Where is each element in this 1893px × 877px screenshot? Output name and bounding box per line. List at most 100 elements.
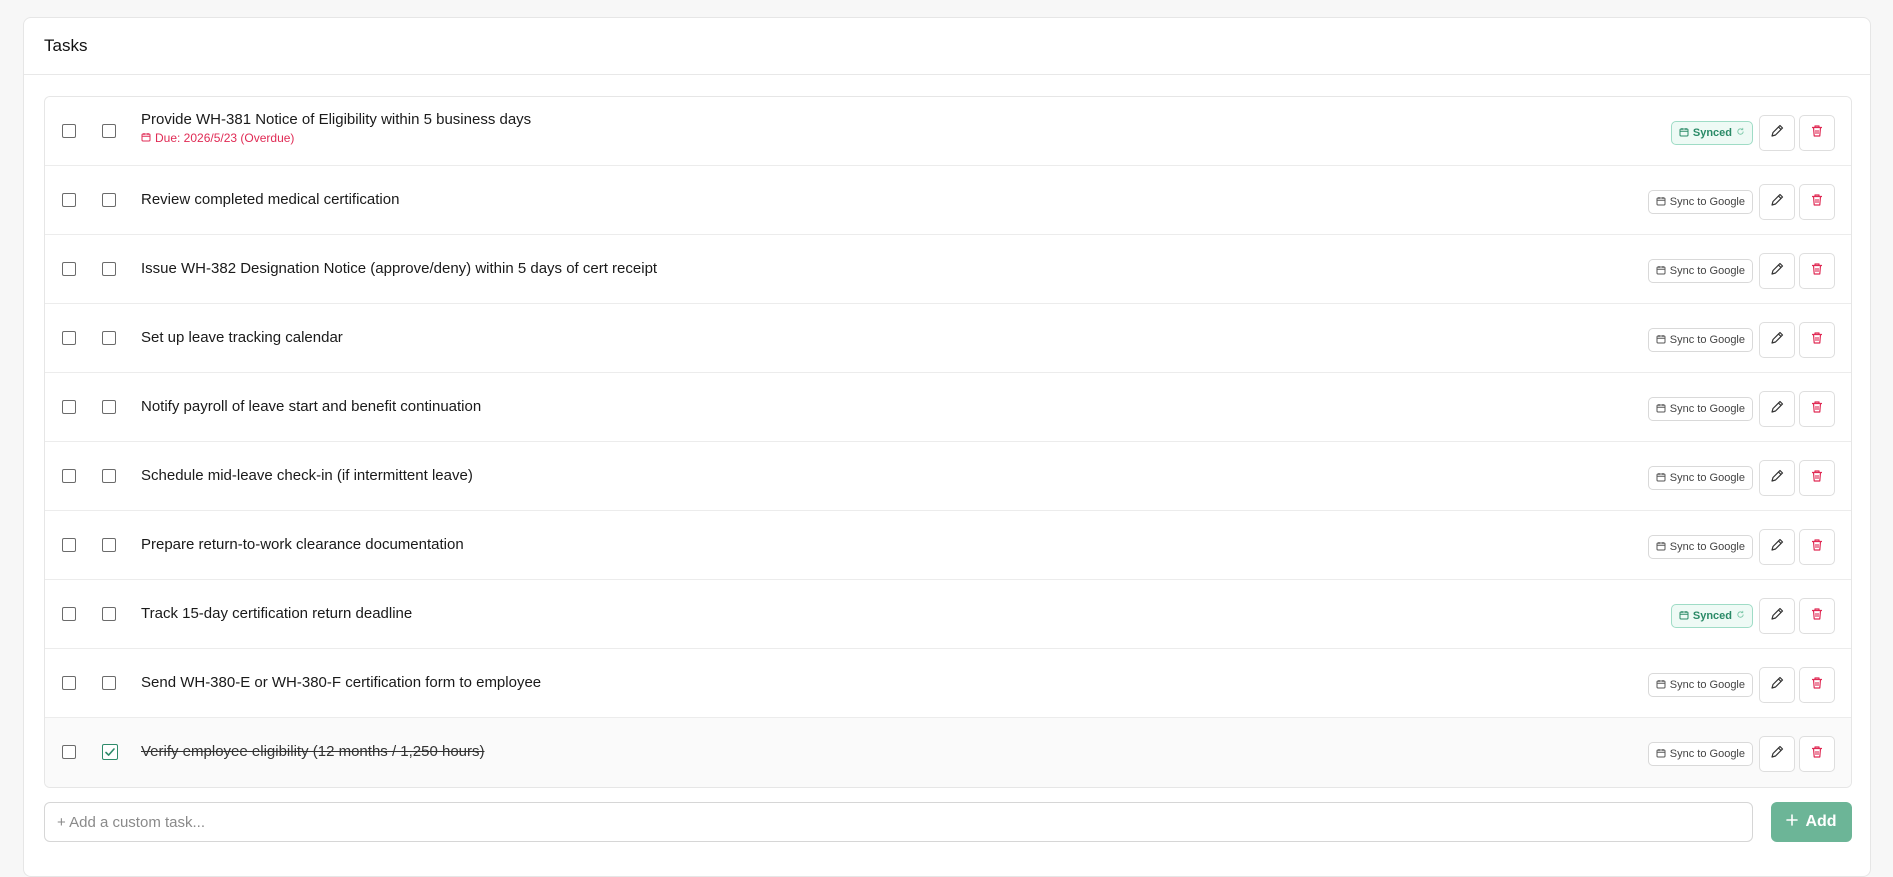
sync-google-button[interactable]: Sync to Google bbox=[1647, 397, 1753, 421]
due-date: Due: 2026/5/23 (Overdue) bbox=[141, 131, 531, 145]
task-title: Send WH-380-E or WH-380-F certification … bbox=[141, 674, 542, 691]
edit-button[interactable] bbox=[1759, 460, 1795, 496]
sync-label: Sync to Google bbox=[1669, 748, 1745, 760]
edit-button[interactable] bbox=[1759, 184, 1795, 220]
edit-button[interactable] bbox=[1759, 598, 1795, 634]
task-text: Set up leave tracking calendar bbox=[141, 329, 343, 347]
select-checkbox[interactable] bbox=[62, 124, 76, 138]
select-checkbox[interactable] bbox=[62, 331, 76, 345]
trash-icon bbox=[1810, 193, 1824, 212]
task-row: Issue WH-382 Designation Notice (approve… bbox=[45, 235, 1851, 304]
sync-label: Sync to Google bbox=[1669, 265, 1745, 277]
task-title: Track 15-day certification return deadli… bbox=[141, 605, 413, 622]
complete-checkbox[interactable] bbox=[102, 331, 116, 345]
add-task-button[interactable]: Add bbox=[1771, 802, 1852, 842]
select-checkbox[interactable] bbox=[62, 262, 76, 276]
sync-google-button[interactable]: Sync to Google bbox=[1647, 466, 1753, 490]
select-checkbox[interactable] bbox=[62, 745, 76, 759]
task-text: Provide WH-381 Notice of Eligibility wit… bbox=[141, 111, 531, 145]
select-checkbox[interactable] bbox=[62, 676, 76, 690]
select-checkbox[interactable] bbox=[62, 538, 76, 552]
pencil-icon bbox=[1770, 193, 1784, 212]
delete-button[interactable] bbox=[1799, 115, 1835, 151]
task-text: Review completed medical certification bbox=[141, 191, 399, 209]
task-actions: Sync to Google bbox=[1647, 322, 1835, 358]
complete-checkbox[interactable] bbox=[102, 124, 116, 138]
pencil-icon bbox=[1770, 676, 1784, 695]
pencil-icon bbox=[1770, 745, 1784, 764]
sync-google-button[interactable]: Sync to Google bbox=[1647, 673, 1753, 697]
complete-checkbox[interactable] bbox=[102, 607, 116, 621]
task-text: Verify employee eligibility (12 months /… bbox=[141, 743, 485, 761]
calendar-icon bbox=[1679, 127, 1689, 140]
task-title: Issue WH-382 Designation Notice (approve… bbox=[141, 260, 658, 277]
delete-button[interactable] bbox=[1799, 736, 1835, 772]
pencil-icon bbox=[1770, 124, 1784, 143]
sync-label: Sync to Google bbox=[1669, 679, 1745, 691]
delete-button[interactable] bbox=[1799, 460, 1835, 496]
task-row: Verify employee eligibility (12 months /… bbox=[45, 718, 1851, 787]
delete-button[interactable] bbox=[1799, 391, 1835, 427]
task-title: Notify payroll of leave start and benefi… bbox=[141, 398, 482, 415]
select-checkbox[interactable] bbox=[62, 193, 76, 207]
sync-label: Synced bbox=[1692, 127, 1732, 139]
plus-icon bbox=[1786, 813, 1799, 831]
task-text: Track 15-day certification return deadli… bbox=[141, 605, 412, 623]
sync-label: Sync to Google bbox=[1669, 334, 1745, 346]
task-list: Provide WH-381 Notice of Eligibility wit… bbox=[44, 96, 1852, 788]
delete-button[interactable] bbox=[1799, 667, 1835, 703]
sync-google-button[interactable]: Sync to Google bbox=[1647, 190, 1753, 214]
task-text: Schedule mid-leave check-in (if intermit… bbox=[141, 467, 473, 485]
pencil-icon bbox=[1770, 262, 1784, 281]
trash-icon bbox=[1810, 124, 1824, 143]
delete-button[interactable] bbox=[1799, 529, 1835, 565]
calendar-icon bbox=[1656, 679, 1666, 692]
sync-google-button[interactable]: Sync to Google bbox=[1647, 742, 1753, 766]
pencil-icon bbox=[1770, 469, 1784, 488]
add-button-label: Add bbox=[1805, 813, 1837, 830]
complete-checkbox[interactable] bbox=[102, 400, 116, 414]
edit-button[interactable] bbox=[1759, 391, 1795, 427]
task-actions: Sync to Google bbox=[1647, 391, 1835, 427]
task-title: Prepare return-to-work clearance documen… bbox=[141, 536, 464, 553]
delete-button[interactable] bbox=[1799, 184, 1835, 220]
task-text: Send WH-380-E or WH-380-F certification … bbox=[141, 674, 541, 692]
sync-google-button[interactable]: Sync to Google bbox=[1647, 328, 1753, 352]
sync-google-button[interactable]: Sync to Google bbox=[1647, 535, 1753, 559]
task-title: Provide WH-381 Notice of Eligibility wit… bbox=[141, 111, 532, 128]
edit-button[interactable] bbox=[1759, 322, 1795, 358]
edit-button[interactable] bbox=[1759, 736, 1795, 772]
calendar-icon bbox=[1679, 610, 1689, 623]
sync-google-button[interactable]: Synced bbox=[1670, 121, 1753, 145]
task-row: Send WH-380-E or WH-380-F certification … bbox=[45, 649, 1851, 718]
pencil-icon bbox=[1770, 331, 1784, 350]
select-checkbox[interactable] bbox=[62, 469, 76, 483]
complete-checkbox[interactable] bbox=[102, 744, 118, 760]
edit-button[interactable] bbox=[1759, 667, 1795, 703]
sync-google-button[interactable]: Synced bbox=[1670, 604, 1753, 628]
select-checkbox[interactable] bbox=[62, 607, 76, 621]
delete-button[interactable] bbox=[1799, 598, 1835, 634]
sync-google-button[interactable]: Sync to Google bbox=[1647, 259, 1753, 283]
select-checkbox[interactable] bbox=[62, 400, 76, 414]
trash-icon bbox=[1810, 676, 1824, 695]
complete-checkbox[interactable] bbox=[102, 538, 116, 552]
edit-button[interactable] bbox=[1759, 115, 1795, 151]
trash-icon bbox=[1810, 331, 1824, 350]
trash-icon bbox=[1810, 262, 1824, 281]
delete-button[interactable] bbox=[1799, 253, 1835, 289]
calendar-icon bbox=[1656, 403, 1666, 416]
task-row: Prepare return-to-work clearance documen… bbox=[45, 511, 1851, 580]
edit-button[interactable] bbox=[1759, 529, 1795, 565]
task-title: Set up leave tracking calendar bbox=[141, 329, 343, 346]
edit-button[interactable] bbox=[1759, 253, 1795, 289]
delete-button[interactable] bbox=[1799, 322, 1835, 358]
complete-checkbox[interactable] bbox=[102, 469, 116, 483]
trash-icon bbox=[1810, 469, 1824, 488]
task-title: Review completed medical certification bbox=[141, 191, 400, 208]
complete-checkbox[interactable] bbox=[102, 262, 116, 276]
trash-icon bbox=[1810, 538, 1824, 557]
complete-checkbox[interactable] bbox=[102, 676, 116, 690]
custom-task-input[interactable] bbox=[44, 802, 1753, 842]
complete-checkbox[interactable] bbox=[102, 193, 116, 207]
